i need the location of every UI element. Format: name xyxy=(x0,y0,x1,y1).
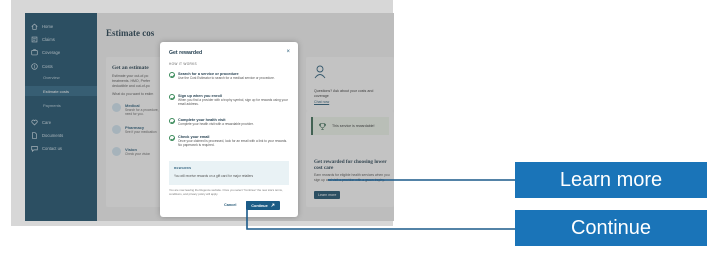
learn-more-callout: Learn more xyxy=(515,162,707,198)
check-circle-icon xyxy=(169,135,175,141)
close-icon[interactable]: × xyxy=(286,49,290,55)
rewards-text: You will receive rewards on a gift card … xyxy=(174,174,254,178)
external-link-icon xyxy=(270,203,275,207)
learn-more-callout-label: Learn more xyxy=(559,168,663,191)
modal-title: Get rewarded xyxy=(169,50,203,56)
step-item: Sign up when you enroll When you find a … xyxy=(169,94,288,106)
step-desc: Once your claimed is processed, look for… xyxy=(178,139,288,148)
cancel-button[interactable]: Cancel xyxy=(224,203,236,207)
app-window: Home Claims Coverage Costs Overview Esti… xyxy=(25,13,394,221)
tutorial-figure: Home Claims Coverage Costs Overview Esti… xyxy=(0,0,714,256)
screenshot-frame: Home Claims Coverage Costs Overview Esti… xyxy=(11,0,394,226)
step-item: Search for a service or procedure Use th… xyxy=(169,72,288,80)
rewards-box: REWARDS You will receive rewards on a gi… xyxy=(169,161,289,185)
step-item: Check your email Once your claimed is pr… xyxy=(169,135,288,147)
continue-callout: Continue xyxy=(515,210,707,246)
continue-callout-label: Continue xyxy=(570,216,652,239)
step-desc: Use the Cost Estimator to search for a m… xyxy=(178,76,275,80)
check-circle-icon xyxy=(169,118,175,124)
rewards-kicker: REWARDS xyxy=(174,166,192,170)
leaving-site-note: You are now leaving the Regence website.… xyxy=(169,188,283,196)
modal-kicker: HOW IT WORKS xyxy=(169,62,197,66)
check-circle-icon xyxy=(169,72,175,78)
step-desc: Complete your health visit with a reward… xyxy=(178,122,254,126)
continue-button-label: Continue xyxy=(251,203,268,208)
step-item: Complete your health visit Complete your… xyxy=(169,118,288,126)
continue-button[interactable]: Continue xyxy=(246,201,280,210)
check-circle-icon xyxy=(169,94,175,100)
step-desc: When you find a provider with a trophy s… xyxy=(178,98,288,107)
get-rewarded-modal: Get rewarded × HOW IT WORKS Search for a… xyxy=(160,42,298,217)
